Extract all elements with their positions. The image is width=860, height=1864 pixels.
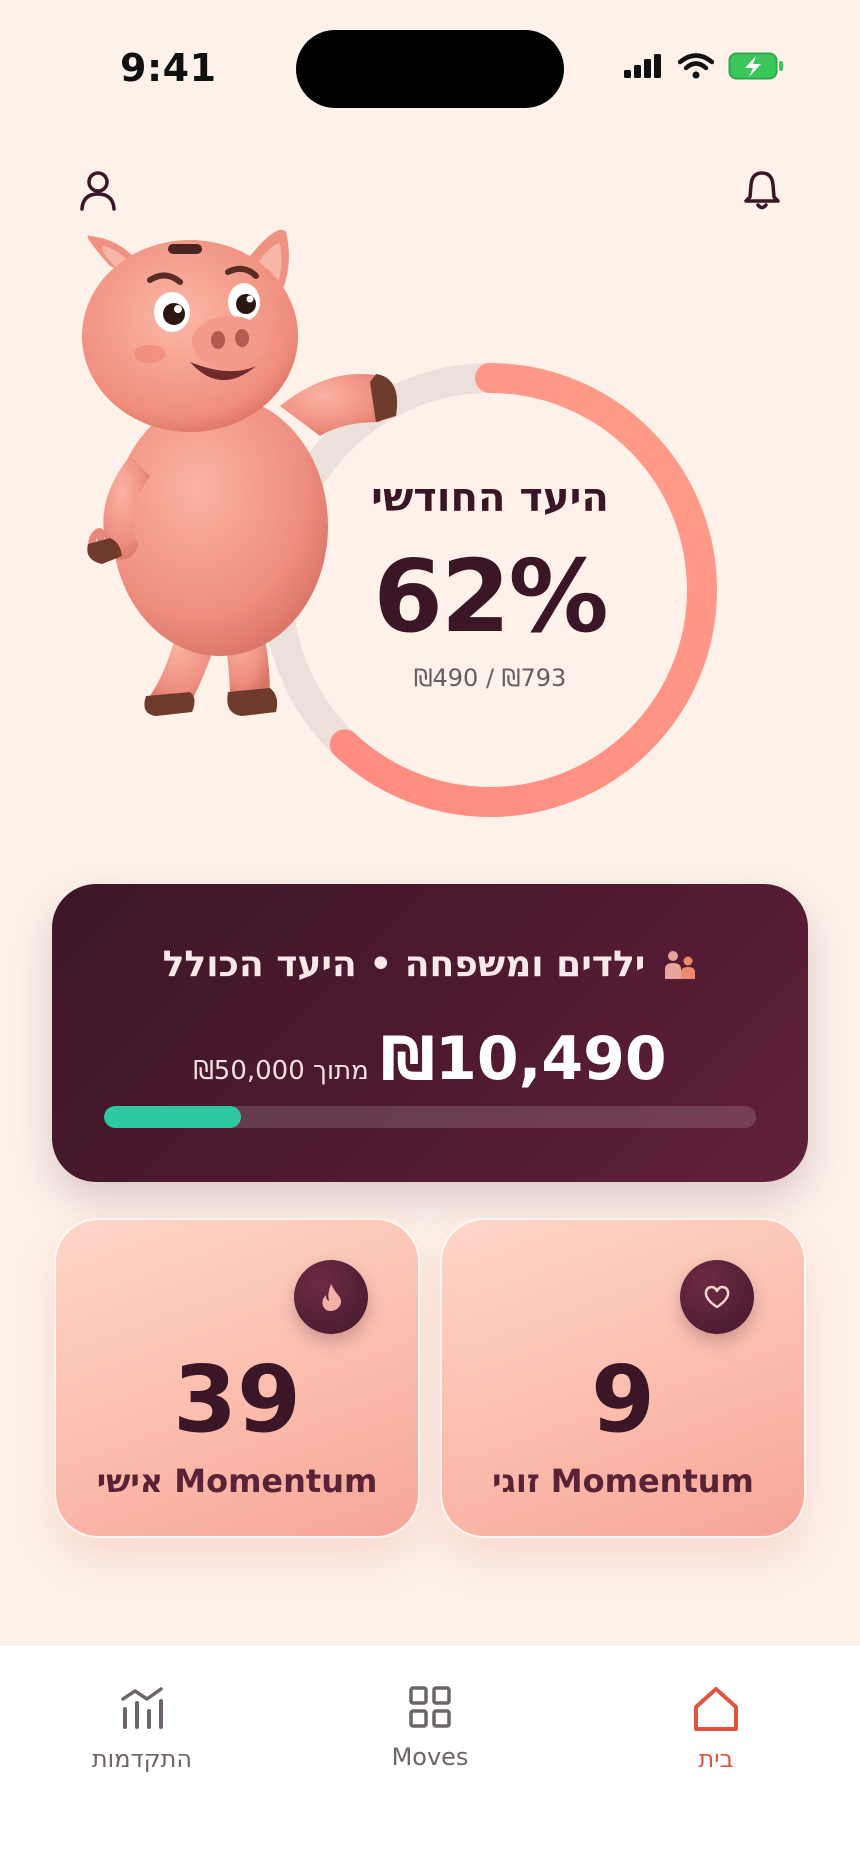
user-icon <box>80 171 116 211</box>
family-goal-header: ילדים ומשפחה • היעד הכולל <box>52 944 808 985</box>
notifications-button[interactable] <box>734 162 790 218</box>
nav-moves-label: Moves <box>391 1743 469 1771</box>
signal-icon <box>624 54 661 78</box>
family-goal-current: ₪10,490 <box>380 1024 667 1094</box>
monthly-goal-percent: 62% <box>373 538 608 655</box>
nav-home[interactable]: בית <box>616 1685 816 1773</box>
progress-chart-icon <box>121 1687 163 1729</box>
family-goal-progress-fill <box>104 1106 241 1128</box>
family-goal-amounts: ₪10,490 מתוך ₪50,000 <box>52 1024 808 1094</box>
dynamic-island <box>296 30 564 108</box>
bell-icon <box>744 171 780 210</box>
momentum-personal-label: Momentum אישי <box>96 1462 378 1500</box>
nav-progress-label: התקדמות <box>91 1745 193 1773</box>
heart-icon <box>704 1285 730 1309</box>
nav-home-label: בית <box>698 1745 734 1773</box>
momentum-couple-label: Momentum זוגי <box>492 1462 754 1500</box>
nav-progress[interactable]: התקדמות <box>42 1685 242 1773</box>
flame-icon <box>322 1284 341 1311</box>
nav-moves[interactable]: Moves <box>330 1685 530 1771</box>
grid-icon <box>409 1686 451 1728</box>
momentum-couple-value: 9 <box>590 1346 655 1453</box>
monthly-goal-title: היעד החודשי <box>371 475 609 521</box>
momentum-couple-card[interactable]: 9 Momentum זוגי <box>440 1218 806 1538</box>
momentum-personal-badge <box>294 1260 368 1334</box>
monthly-goal-amount: ₪490 / ₪793 <box>413 664 567 692</box>
momentum-couple-badge <box>680 1260 754 1334</box>
wifi-icon <box>678 53 714 79</box>
family-icon <box>665 950 696 979</box>
family-goal-total: מתוך ₪50,000 <box>193 1056 369 1086</box>
home-icon <box>694 1687 738 1731</box>
momentum-personal-card[interactable]: 39 Momentum אישי <box>54 1218 420 1538</box>
bottom-navigation: בית Moves התקדמות <box>0 1644 860 1864</box>
profile-button[interactable] <box>70 162 126 218</box>
battery-charging-icon <box>728 52 783 80</box>
status-icons <box>624 52 784 80</box>
status-time: 9:41 <box>120 46 217 90</box>
family-goal-card[interactable]: ילדים ומשפחה • היעד הכולל ₪10,490 מתוך ₪… <box>52 884 808 1182</box>
family-goal-title: ילדים ומשפחה • היעד הכולל <box>162 944 646 985</box>
family-goal-progress-track <box>104 1106 756 1128</box>
momentum-personal-value: 39 <box>172 1346 302 1453</box>
